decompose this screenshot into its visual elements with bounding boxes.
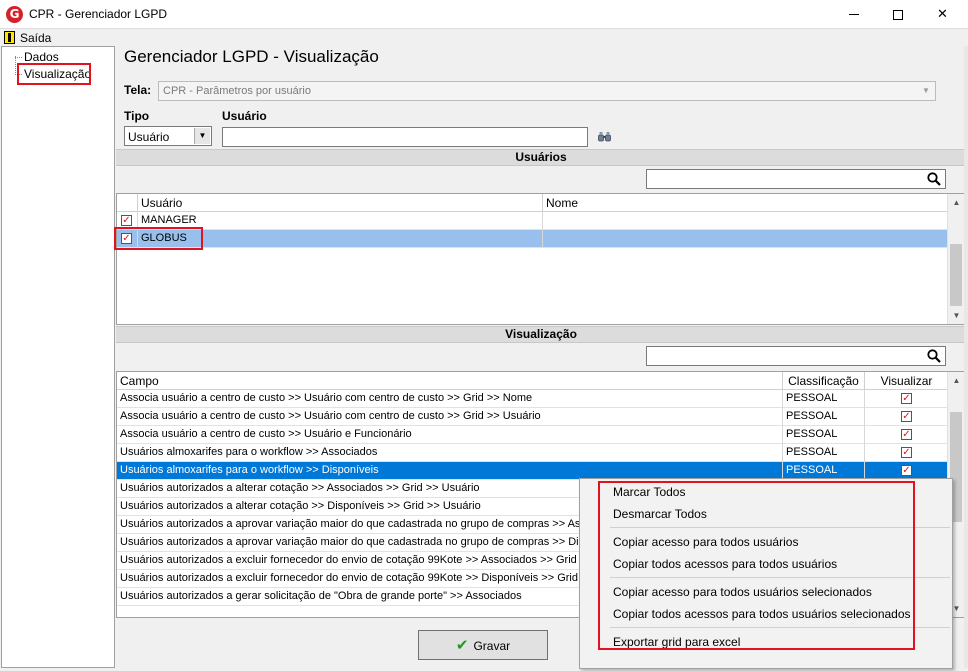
tela-select-value: CPR - Parâmetros por usuário [163, 85, 311, 97]
campo-cell: Usuários almoxarifes para o workflow >> … [117, 444, 783, 462]
chevron-down-icon: ▼ [922, 86, 930, 95]
name-cell [543, 212, 949, 230]
visualizar-checkbox[interactable]: ✓ [901, 411, 912, 422]
table-row[interactable]: Usuários almoxarifes para o workflow >> … [117, 444, 949, 462]
visualizacao-section-header: Visualização [116, 326, 966, 343]
maximize-button[interactable] [875, 0, 920, 29]
highlight-box [17, 63, 91, 85]
scroll-up-icon[interactable]: ▲ [948, 372, 964, 389]
window-edge [964, 46, 968, 668]
tela-select[interactable]: CPR - Parâmetros por usuário ▼ [158, 81, 936, 101]
column-header-usuario[interactable]: Usuário [138, 194, 543, 212]
exit-door-icon[interactable] [4, 31, 15, 44]
scroll-thumb[interactable] [950, 244, 962, 306]
close-icon: ✕ [937, 7, 948, 22]
usuarios-grid: Usuário Nome ✓ MANAGER ✓ GLOBUS ▲ ▼ [116, 193, 965, 325]
chevron-down-icon: ▼ [194, 128, 210, 144]
save-button[interactable]: ✔ Gravar [418, 630, 548, 660]
visualizacao-search-input[interactable] [646, 346, 946, 366]
binoculars-search-icon[interactable] [598, 131, 611, 142]
campo-cell: Associa usuário a centro de custo >> Usu… [117, 390, 783, 408]
campo-cell: Associa usuário a centro de custo >> Usu… [117, 408, 783, 426]
classificacao-cell: PESSOAL [783, 408, 865, 426]
save-button-label: Gravar [473, 639, 511, 653]
close-button[interactable]: ✕ [920, 0, 965, 29]
visualizar-checkbox[interactable]: ✓ [901, 429, 912, 440]
tipo-label: Tipo [124, 109, 150, 123]
tipo-select-value: Usuário [128, 130, 170, 144]
usuarios-search-input[interactable] [646, 169, 946, 189]
usuario-label: Usuário [222, 109, 267, 123]
table-row[interactable]: ✓ GLOBUS [117, 230, 949, 248]
column-header-visualizar[interactable]: Visualizar [865, 372, 949, 390]
usuario-input[interactable] [222, 127, 588, 147]
column-header-classificacao[interactable]: Classificação [783, 372, 865, 390]
menu-bar: Saída [0, 29, 968, 46]
classificacao-cell: PESSOAL [783, 426, 865, 444]
usuarios-scrollbar[interactable]: ▲ ▼ [947, 194, 964, 324]
usuarios-section-header: Usuários [116, 149, 966, 166]
scroll-down-icon[interactable]: ▼ [948, 307, 964, 324]
usuarios-grid-header: Usuário Nome [117, 194, 949, 212]
menu-item-exit[interactable]: Saída [20, 31, 51, 45]
tree-item-dados[interactable]: Dados [24, 50, 59, 64]
classificacao-cell: PESSOAL [783, 444, 865, 462]
maximize-icon [892, 9, 903, 20]
app-logo-icon: G [6, 6, 23, 23]
tela-label: Tela: [124, 83, 152, 97]
checkmark-icon: ✔ [455, 636, 469, 654]
user-checkbox[interactable]: ✓ [121, 215, 132, 226]
search-icon[interactable] [927, 349, 941, 363]
highlight-box [598, 481, 915, 650]
window-title: CPR - Gerenciador LGPD [29, 7, 168, 21]
title-bar: G CPR - Gerenciador LGPD ✕ [0, 0, 968, 29]
classificacao-cell: PESSOAL [783, 390, 865, 408]
minimize-button[interactable] [831, 0, 876, 29]
highlight-box [114, 227, 203, 250]
table-row[interactable]: Associa usuário a centro de custo >> Usu… [117, 408, 949, 426]
table-row[interactable]: Associa usuário a centro de custo >> Usu… [117, 390, 949, 408]
navigation-tree: Dados Visualização [1, 46, 115, 668]
minimize-icon [848, 14, 859, 15]
table-row[interactable]: ✓ MANAGER [117, 212, 949, 230]
name-cell [543, 230, 949, 248]
search-icon[interactable] [927, 172, 941, 186]
table-row[interactable]: Associa usuário a centro de custo >> Usu… [117, 426, 949, 444]
column-header-nome[interactable]: Nome [543, 194, 949, 212]
visualizacao-grid-header: Campo Classificação Visualizar [117, 372, 949, 390]
visualizar-checkbox[interactable]: ✓ [901, 447, 912, 458]
page-title: Gerenciador LGPD - Visualização [124, 47, 379, 66]
tipo-select[interactable]: Usuário ▼ [124, 126, 212, 146]
campo-cell: Associa usuário a centro de custo >> Usu… [117, 426, 783, 444]
visualizar-checkbox[interactable]: ✓ [901, 393, 912, 404]
visualizar-checkbox[interactable]: ✓ [901, 465, 912, 476]
column-header-campo[interactable]: Campo [117, 372, 783, 390]
scroll-up-icon[interactable]: ▲ [948, 194, 964, 211]
